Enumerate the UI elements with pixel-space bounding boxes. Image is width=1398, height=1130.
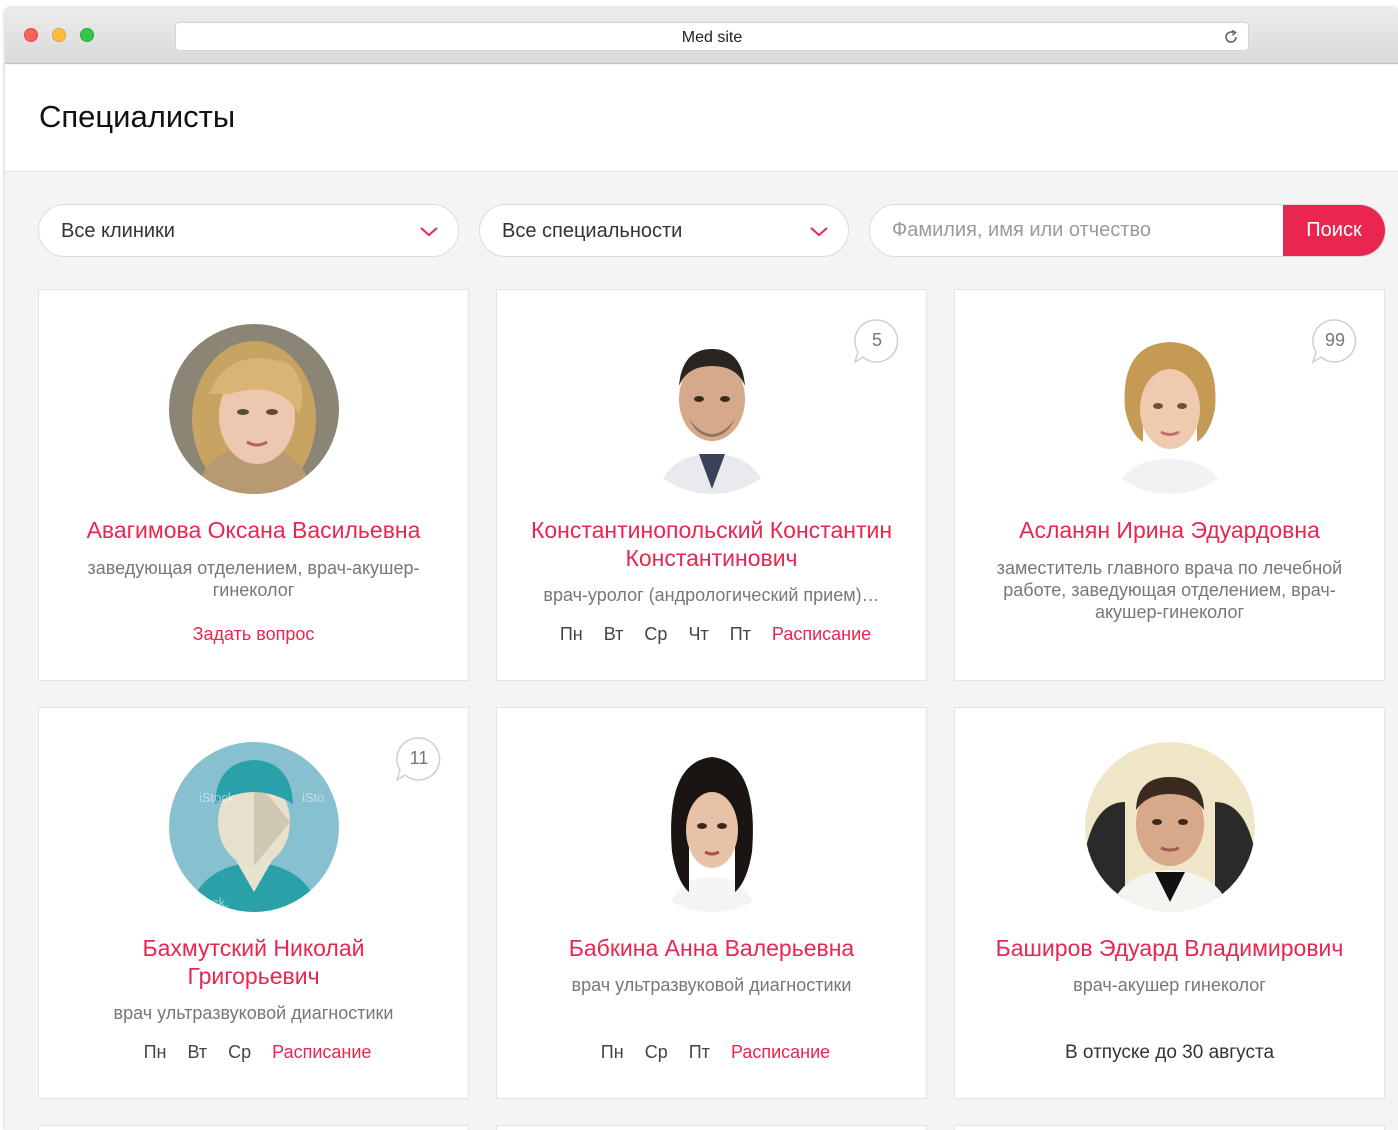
maximize-window-button[interactable] bbox=[80, 28, 94, 42]
doctor-photo: iStock iSto ock. bbox=[169, 742, 339, 912]
card-actions: Задать вопрос bbox=[39, 624, 468, 645]
comments-count-badge[interactable]: 11 bbox=[393, 735, 441, 783]
schedule-link[interactable]: Расписание bbox=[772, 624, 871, 644]
chevron-down-icon bbox=[810, 227, 828, 237]
search-input[interactable] bbox=[870, 205, 1284, 256]
doctor-name[interactable]: Авагимова Оксана Васильевна bbox=[49, 516, 458, 544]
comments-count: 5 bbox=[871, 330, 882, 350]
doctor-card[interactable] bbox=[38, 1125, 469, 1130]
doctor-photo bbox=[169, 324, 339, 494]
schedule-link[interactable]: Расписание bbox=[731, 1042, 830, 1062]
weekday-label: Ср bbox=[228, 1042, 252, 1062]
minimize-window-button[interactable] bbox=[52, 28, 66, 42]
search-box: Поиск bbox=[869, 204, 1386, 257]
doctor-role: заведующая отделением, врач-акушер-гинек… bbox=[87, 558, 420, 600]
doctor-role: заместитель главного врача по лечебной р… bbox=[996, 558, 1343, 622]
doctor-name[interactable]: Бахмутский Николай Григорьевич bbox=[109, 934, 398, 990]
address-bar[interactable]: Med site bbox=[175, 22, 1249, 51]
weekday-label: Пт bbox=[688, 1042, 710, 1062]
vacation-notice: В отпуске до 30 августа bbox=[1064, 1042, 1275, 1063]
schedule-days: Пн Вт Ср Чт Пт Расписание bbox=[497, 624, 926, 645]
doctor-card[interactable]: Баширов Эдуард Владимирович врач-акушер … bbox=[954, 707, 1385, 1099]
comments-count: 11 bbox=[409, 748, 429, 768]
ask-question-link[interactable]: Задать вопрос bbox=[193, 624, 315, 644]
comments-count: 99 bbox=[1324, 330, 1346, 350]
schedule-days: Пн Ср Пт Расписание bbox=[497, 1042, 926, 1063]
doctor-card[interactable]: Бабкина Анна Валерьевна врач ультразвуко… bbox=[496, 707, 927, 1099]
weekday-label: Ср bbox=[644, 624, 668, 644]
schedule-link[interactable]: Расписание bbox=[272, 1042, 371, 1062]
doctor-photo bbox=[1085, 742, 1255, 912]
close-window-button[interactable] bbox=[24, 28, 38, 42]
reload-icon[interactable] bbox=[1222, 28, 1240, 46]
weekday-label: Пн bbox=[600, 1042, 624, 1062]
doctor-card[interactable]: 5 Константинопольский Константин Констан… bbox=[496, 289, 927, 681]
specialty-select[interactable]: Все специальности bbox=[479, 204, 849, 257]
specialty-select-value: Все специальности bbox=[502, 220, 683, 242]
chevron-down-icon bbox=[420, 227, 438, 237]
doctor-name[interactable]: Баширов Эдуард Владимирович bbox=[965, 934, 1374, 962]
doctor-role: врач ультразвуковой диагностики bbox=[571, 975, 852, 995]
doctor-card[interactable] bbox=[954, 1125, 1385, 1130]
page-url-title: Med site bbox=[681, 29, 743, 46]
doctor-card[interactable]: iStock iSto ock. 11 Бахмутский Николай Г… bbox=[38, 707, 469, 1099]
schedule-days: Пн Вт Ср Расписание bbox=[39, 1042, 468, 1063]
doctor-role: врач-акушер гинеколог bbox=[1073, 975, 1266, 995]
weekday-label: Пн bbox=[143, 1042, 167, 1062]
doctor-role: врач ультразвуковой диагностики bbox=[113, 1003, 394, 1023]
page-title: Специалисты bbox=[39, 99, 236, 134]
comments-count-badge[interactable]: 99 bbox=[1309, 317, 1357, 365]
doctor-name[interactable]: Бабкина Анна Валерьевна bbox=[507, 934, 916, 962]
weekday-label: Вт bbox=[603, 624, 624, 644]
svg-text:ock.: ock. bbox=[205, 895, 229, 910]
svg-text:iStock: iStock bbox=[199, 790, 235, 805]
doctor-name[interactable]: Асланян Ирина Эдуардовна bbox=[965, 516, 1374, 544]
doctor-photo bbox=[627, 742, 797, 912]
page-header: Специалисты bbox=[5, 65, 1398, 172]
doctor-photo bbox=[1085, 324, 1255, 494]
weekday-label: Ср bbox=[644, 1042, 668, 1062]
weekday-label: Пн bbox=[559, 624, 583, 644]
doctor-role: врач-уролог (андрологический прием)… bbox=[543, 585, 880, 605]
doctor-card[interactable]: Авагимова Оксана Васильевна заведующая о… bbox=[38, 289, 469, 681]
doctor-name[interactable]: Константинопольский Константин Константи… bbox=[507, 516, 916, 572]
clinic-select-value: Все клиники bbox=[61, 220, 175, 242]
clinic-select[interactable]: Все клиники bbox=[38, 204, 459, 257]
doctor-card[interactable] bbox=[496, 1125, 927, 1130]
weekday-label: Чт bbox=[688, 624, 709, 644]
comments-count-badge[interactable]: 5 bbox=[851, 317, 899, 365]
weekday-label: Вт bbox=[187, 1042, 208, 1062]
weekday-label: Пт bbox=[729, 624, 751, 644]
doctor-photo bbox=[627, 324, 797, 494]
browser-titlebar: Med site bbox=[5, 8, 1398, 64]
browser-window: Med site Специалисты Все клиники Все спе… bbox=[5, 8, 1398, 1130]
svg-text:iSto: iSto bbox=[302, 790, 324, 805]
doctor-card[interactable]: 99 Асланян Ирина Эдуардовна заместитель … bbox=[954, 289, 1385, 681]
search-button[interactable]: Поиск bbox=[1283, 205, 1385, 256]
